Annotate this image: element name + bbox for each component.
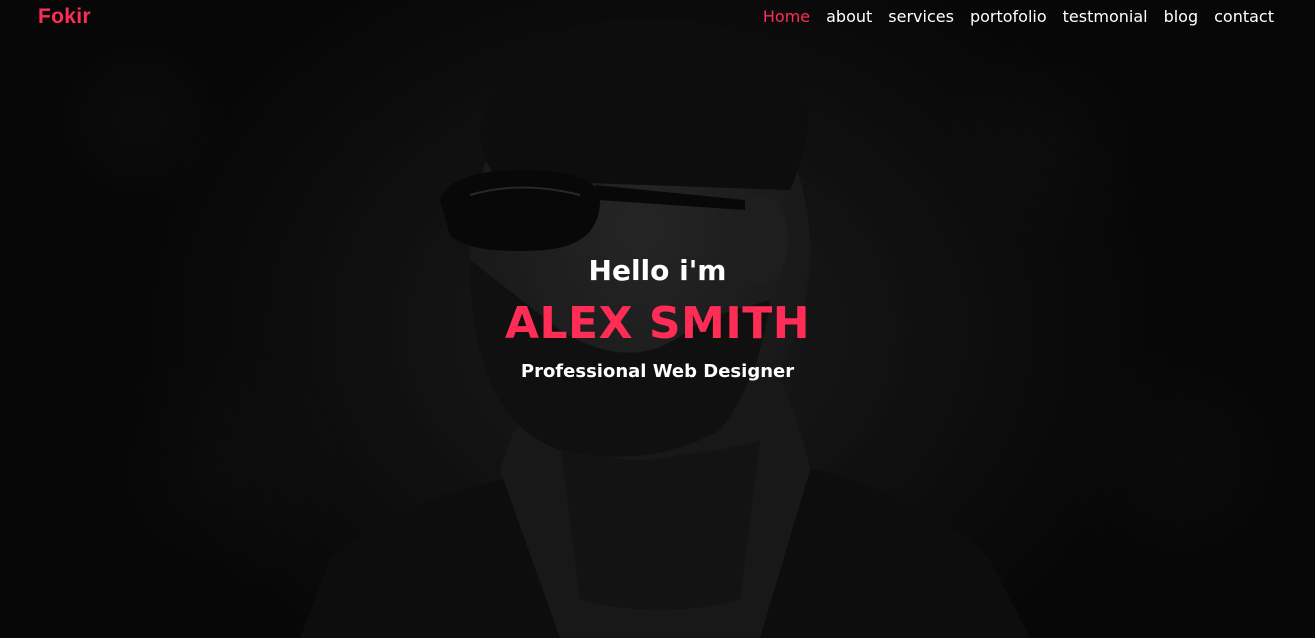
nav-item-home: Home [763,7,810,27]
brand-logo[interactable]: Fokir [38,5,91,29]
nav-link-blog[interactable]: blog [1164,7,1199,26]
nav-link-about[interactable]: about [826,7,872,26]
nav-item-portfolio: portofolio [970,7,1047,27]
nav-item-services: services [888,7,954,27]
nav-item-blog: blog [1164,7,1199,27]
nav-link-home[interactable]: Home [763,7,810,26]
hero-text-block: Hello i'm ALEX SMITH Professional Web De… [0,253,1315,385]
nav-item-about: about [826,7,872,27]
nav-menu: Home about services portofolio testmonia… [763,7,1274,27]
nav-item-contact: contact [1214,7,1274,27]
nav-link-contact[interactable]: contact [1214,7,1274,26]
nav-link-testimonial[interactable]: testmonial [1063,7,1148,26]
hero-greeting: Hello i'm [588,254,727,287]
nav-link-portfolio[interactable]: portofolio [970,7,1047,26]
top-navbar: Fokir Home about services portofolio tes… [0,0,1315,36]
nav-link-services[interactable]: services [888,7,954,26]
nav-item-testimonial: testmonial [1063,7,1148,27]
hero-name: ALEX SMITH [504,298,811,349]
hero-section: Fokir Home about services portofolio tes… [0,0,1315,638]
hero-role: Professional Web Designer [520,361,795,382]
